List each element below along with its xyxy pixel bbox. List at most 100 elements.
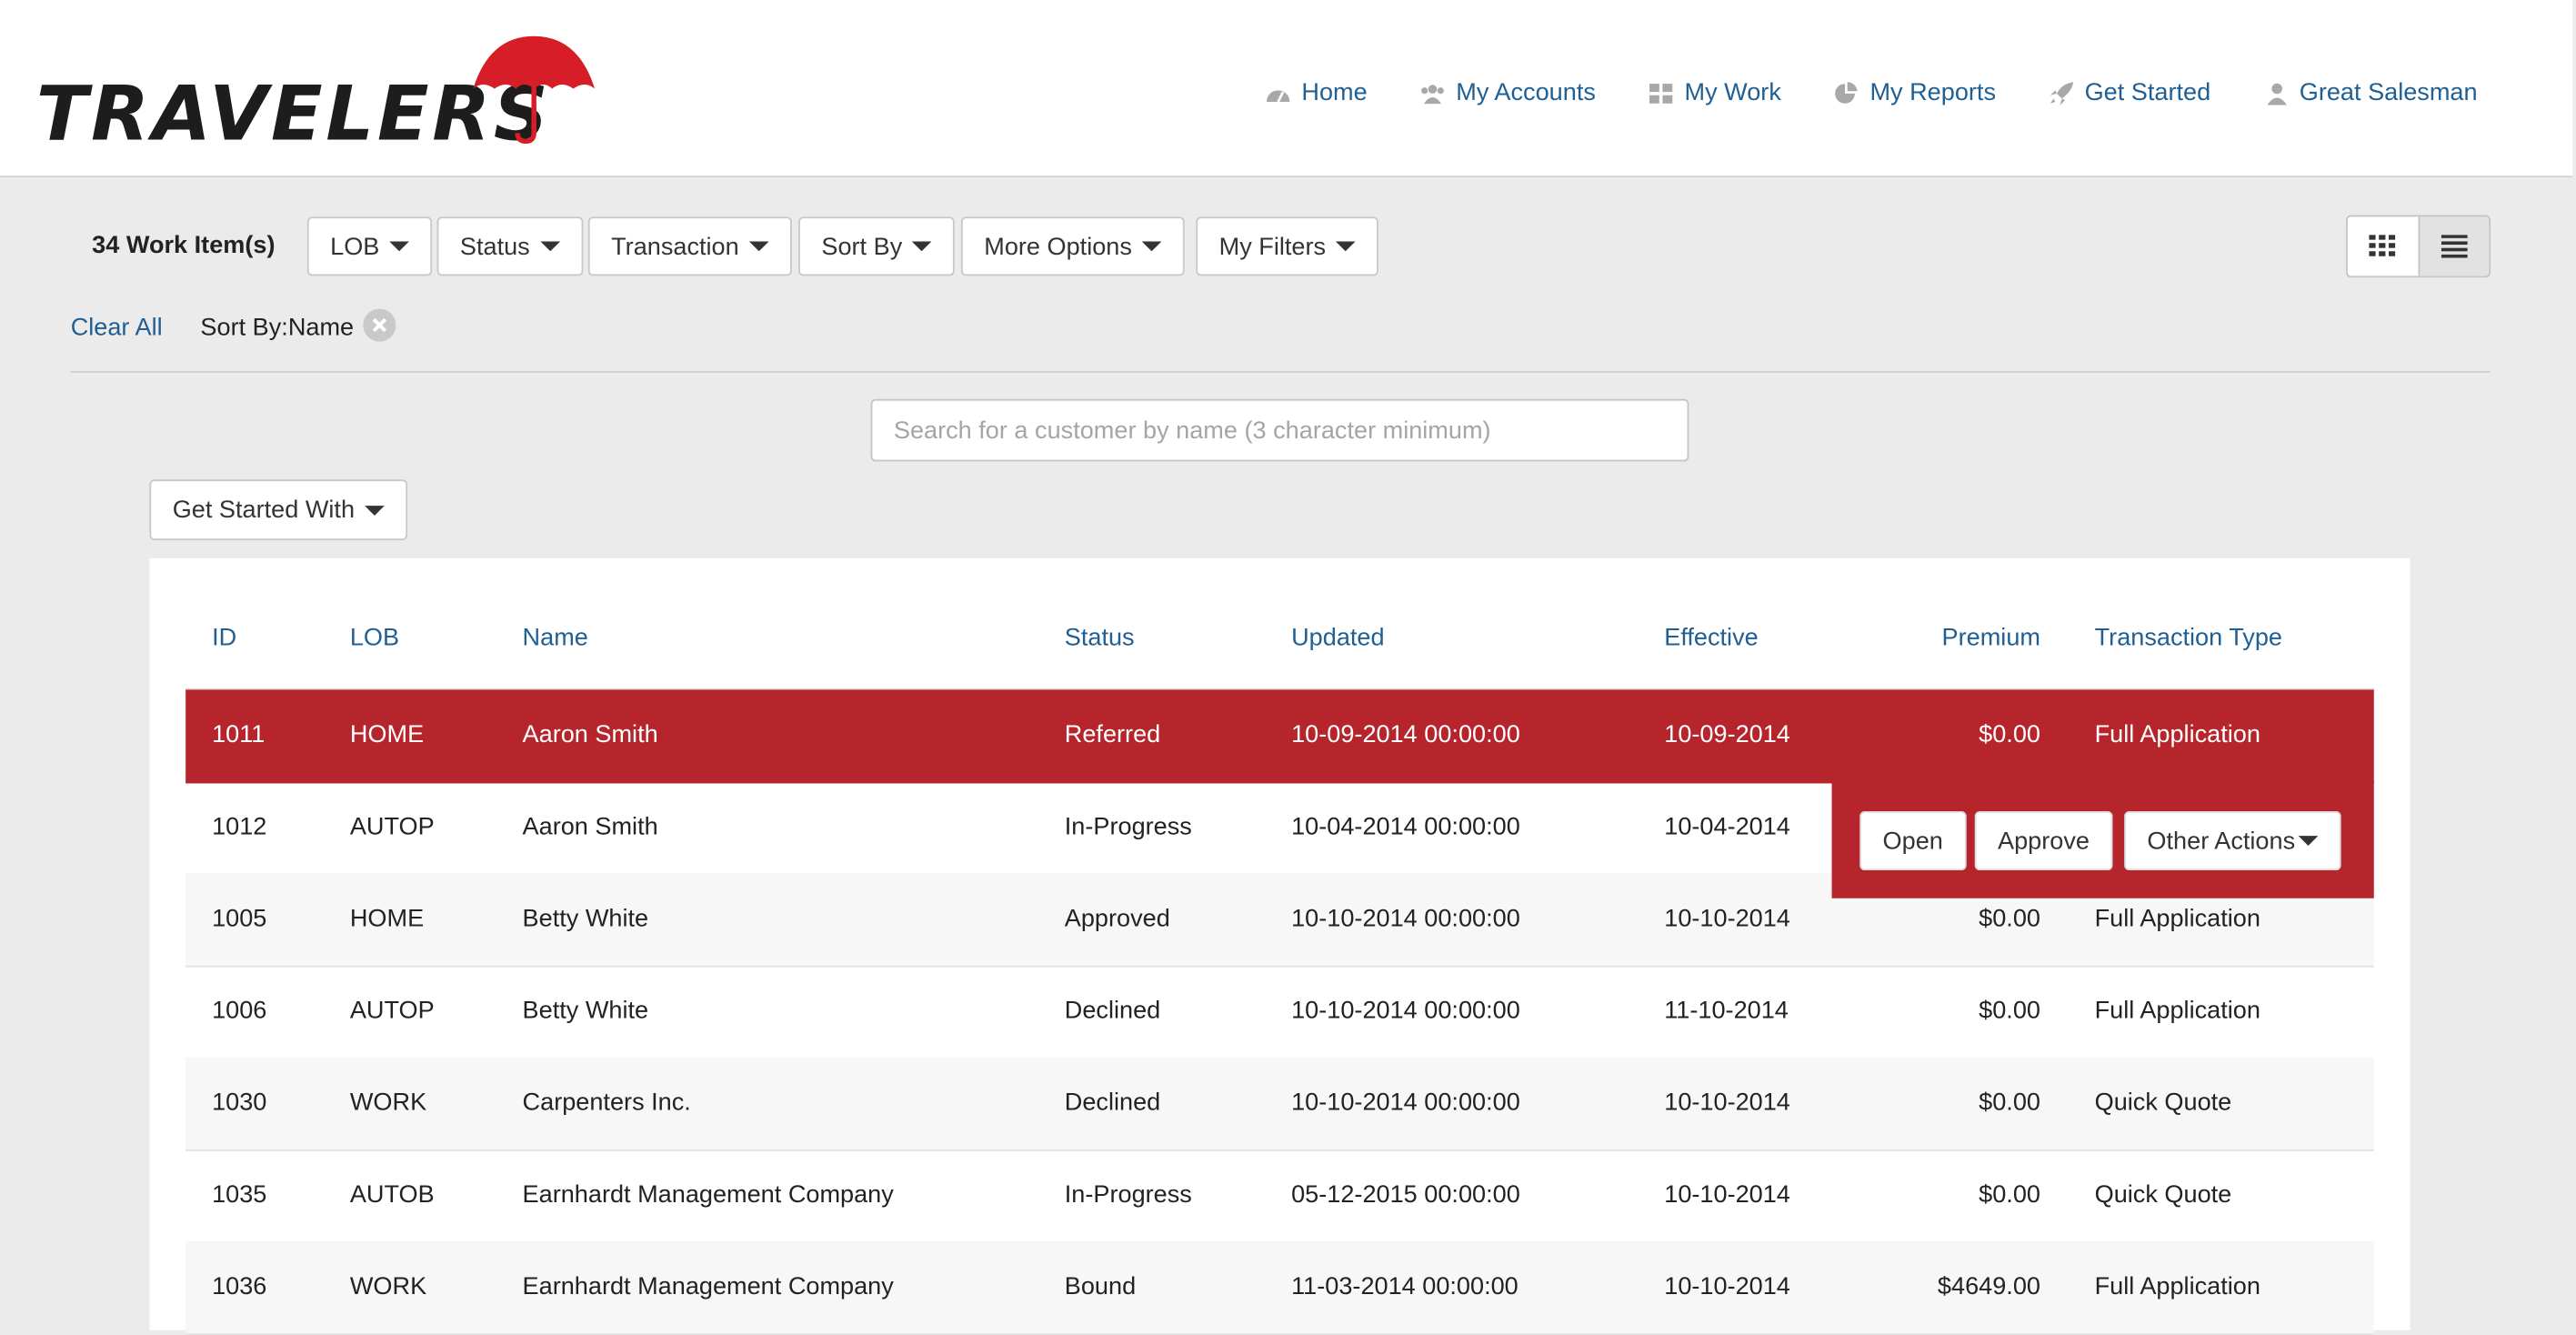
cell-effective: 11-10-2014	[1664, 997, 1789, 1025]
cell-transaction-type: Full Application	[2094, 997, 2260, 1025]
column-header-effective[interactable]: Effective	[1664, 624, 1758, 652]
list-view-icon	[2441, 235, 2468, 258]
caret-down-icon	[364, 505, 385, 516]
cell-transaction-type: Quick Quote	[2094, 1089, 2232, 1117]
table-header: ID LOB Name Status Updated Effective Pre…	[185, 605, 2374, 692]
cell-updated: 11-03-2014 00:00:00	[1291, 1272, 1519, 1301]
nav-my-work[interactable]: My Work	[1649, 78, 1781, 107]
open-button[interactable]: Open	[1859, 811, 1967, 871]
pie-chart-icon	[1835, 81, 1858, 103]
travelers-logo[interactable]: TRAVELERS	[36, 33, 596, 151]
close-icon	[372, 317, 387, 333]
cell-updated: 10-10-2014 00:00:00	[1291, 904, 1520, 933]
status-filter-button[interactable]: Status	[436, 216, 583, 276]
table-row[interactable]: 1011 HOME Aaron Smith Referred 10-09-201…	[185, 689, 2374, 784]
nav-my-work-label: My Work	[1684, 78, 1781, 107]
other-actions-label: Other Actions	[2147, 827, 2296, 855]
more-options-label: More Options	[984, 232, 1132, 261]
nav-user-profile[interactable]: Great Salesman	[2263, 78, 2478, 107]
cell-id: 1036	[212, 1272, 267, 1301]
umbrella-icon	[473, 35, 596, 145]
filter-divider	[70, 371, 2491, 373]
approve-button[interactable]: Approve	[1974, 811, 2113, 871]
list-view-button[interactable]	[2417, 216, 2490, 276]
grid-view-icon	[2369, 235, 2396, 256]
caret-down-icon	[389, 241, 409, 252]
cell-name: Earnhardt Management Company	[522, 1180, 894, 1210]
cell-name: Betty White	[522, 904, 649, 933]
sort-filter-chip: Sort By:Name	[200, 313, 355, 342]
caret-down-icon	[912, 241, 932, 252]
top-navigation: Home My Accounts My Work My Reports Get …	[1266, 78, 2478, 107]
view-mode-toggle	[2346, 215, 2491, 278]
transaction-filter-button[interactable]: Transaction	[587, 216, 792, 276]
remove-filter-button[interactable]	[363, 308, 396, 342]
cell-id: 1012	[212, 812, 267, 841]
approve-label: Approve	[1998, 827, 2090, 855]
work-item-count: 34 Work Item(s)	[92, 231, 276, 260]
nav-home[interactable]: Home	[1266, 79, 1368, 106]
cell-premium: $0.00	[1979, 997, 2040, 1025]
column-header-lob[interactable]: LOB	[350, 624, 399, 652]
cell-status: Bound	[1064, 1272, 1137, 1301]
sort-by-label: Sort By	[821, 232, 903, 261]
open-label: Open	[1882, 827, 1943, 855]
table-row[interactable]: 1030 WORK Carpenters Inc. Declined 10-10…	[185, 1057, 2374, 1151]
nav-my-reports-label: My Reports	[1869, 78, 1997, 107]
cell-updated: 10-09-2014 00:00:00	[1291, 720, 1520, 749]
get-started-with-button[interactable]: Get Started With	[149, 479, 407, 541]
cell-effective: 10-10-2014	[1664, 1272, 1790, 1301]
clear-all-link[interactable]: Clear All	[71, 314, 163, 342]
nav-user-label: Great Salesman	[2299, 78, 2478, 107]
cell-lob: AUTOP	[349, 812, 435, 841]
cell-id: 1011	[212, 720, 266, 749]
cell-transaction-type: Full Application	[2094, 904, 2260, 933]
cell-name: Aaron Smith	[522, 812, 658, 841]
cell-effective: 10-10-2014	[1664, 904, 1790, 933]
cell-updated: 10-10-2014 00:00:00	[1291, 1089, 1520, 1117]
column-header-name[interactable]: Name	[523, 624, 588, 652]
cell-name: Carpenters Inc.	[522, 1089, 691, 1117]
caret-down-icon	[539, 241, 560, 252]
lob-filter-button[interactable]: LOB	[306, 216, 433, 276]
cell-effective: 10-04-2014	[1664, 812, 1790, 841]
more-options-button[interactable]: More Options	[960, 216, 1185, 276]
nav-get-started[interactable]: Get Started	[2049, 78, 2211, 107]
column-header-updated[interactable]: Updated	[1291, 624, 1384, 652]
nav-my-accounts[interactable]: My Accounts	[1420, 78, 1596, 107]
column-header-transaction-type[interactable]: Transaction Type	[2095, 624, 2282, 652]
nav-get-started-label: Get Started	[2084, 78, 2211, 107]
caret-down-icon	[2298, 836, 2319, 846]
cell-id: 1006	[212, 997, 267, 1025]
cell-lob: AUTOP	[349, 997, 435, 1025]
table-row[interactable]: 1035 AUTOB Earnhardt Management Company …	[185, 1149, 2374, 1243]
my-filters-button[interactable]: My Filters	[1196, 216, 1378, 276]
customer-search-input[interactable]	[870, 398, 1689, 462]
nav-my-accounts-label: My Accounts	[1456, 78, 1596, 107]
cell-status: Referred	[1064, 720, 1161, 749]
cell-id: 1030	[212, 1089, 267, 1117]
grid-icon	[1649, 83, 1673, 103]
grid-view-button[interactable]	[2348, 216, 2418, 276]
nav-my-reports[interactable]: My Reports	[1834, 78, 1997, 107]
table-row[interactable]: 1036 WORK Earnhardt Management Company B…	[185, 1241, 2374, 1335]
table-row[interactable]: 1006 AUTOP Betty White Declined 10-10-20…	[185, 966, 2374, 1059]
caret-down-icon	[1335, 241, 1356, 252]
column-header-status[interactable]: Status	[1065, 624, 1135, 652]
column-header-premium[interactable]: Premium	[1942, 624, 2040, 652]
sort-by-button[interactable]: Sort By	[798, 216, 956, 276]
row-action-panel: Open Approve Other Actions	[1831, 781, 2374, 898]
status-filter-label: Status	[459, 232, 530, 261]
cell-effective: 10-10-2014	[1664, 1180, 1790, 1210]
cell-transaction-type: Full Application	[2094, 1272, 2260, 1301]
get-started-with-label: Get Started With	[172, 496, 356, 525]
cell-name: Betty White	[522, 997, 649, 1025]
column-header-id[interactable]: ID	[212, 624, 236, 652]
cell-id: 1005	[212, 904, 267, 933]
rocket-icon	[2050, 81, 2073, 105]
dashboard-icon	[1267, 89, 1290, 102]
other-actions-button[interactable]: Other Actions	[2124, 811, 2341, 871]
transaction-filter-label: Transaction	[611, 232, 739, 261]
cell-name: Earnhardt Management Company	[522, 1272, 894, 1301]
caret-down-icon	[748, 241, 769, 252]
